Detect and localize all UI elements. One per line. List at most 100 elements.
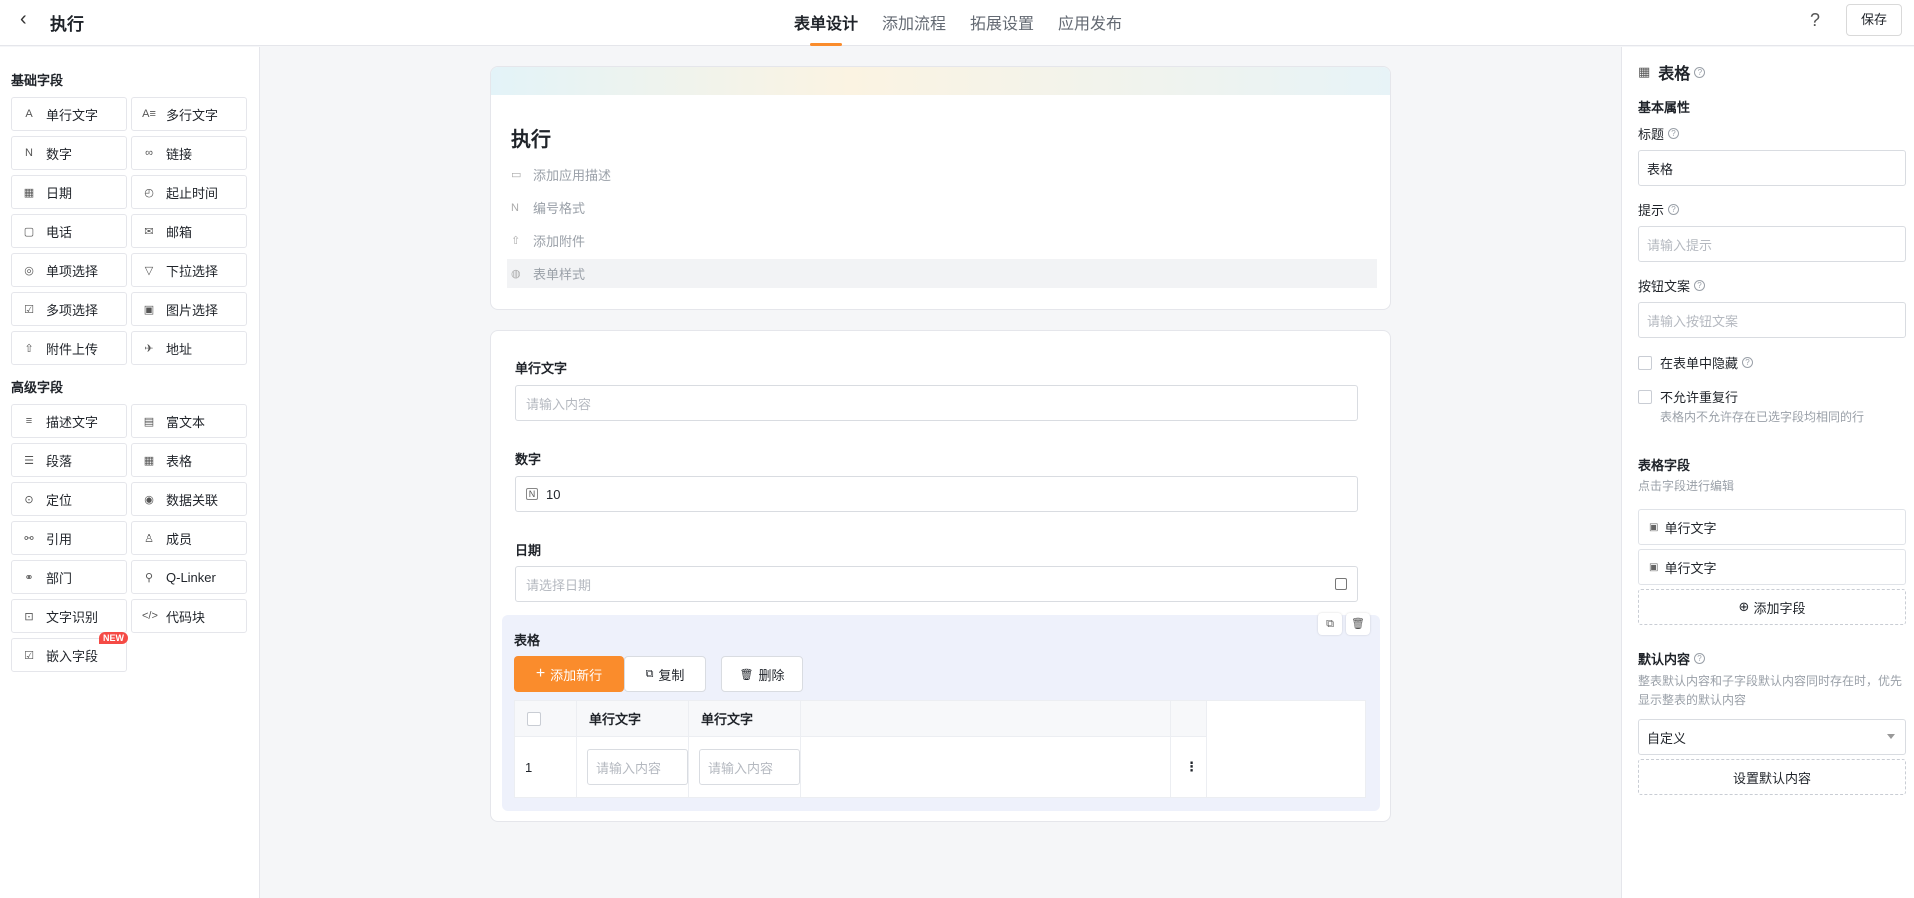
basic-fields-title: 基础字段	[11, 73, 64, 88]
org-icon: ⚭	[24, 571, 34, 584]
field-member[interactable]: ♙ 成员	[131, 521, 247, 555]
advanced-fields-grid: ≡ 描述文字 ▤ 富文本 ☰ 段落 ▦ 表格 ⊙ 定位 ◉ 数据关联 ⚯ 引用 ♙ 成员 ⚭ 部门…	[0, 396, 259, 682]
field-department[interactable]: ⚭ 部门	[11, 560, 127, 594]
title-input[interactable]: 表格	[1638, 150, 1906, 186]
help-circle-icon[interactable]: ?	[1694, 66, 1706, 78]
field-label: 富文本	[166, 414, 206, 430]
hide-checkbox[interactable]	[1638, 355, 1652, 370]
field-label: 表格	[166, 453, 193, 469]
field-description[interactable]: ≡ 描述文字	[11, 404, 127, 438]
new-badge: NEW	[99, 632, 128, 644]
text-field-input[interactable]: 请输入内容	[515, 385, 1358, 421]
button-text-input[interactable]: 请输入按钮文案	[1638, 302, 1906, 338]
help-icon[interactable]: ?	[1810, 10, 1820, 31]
field-label: 描述文字	[46, 414, 99, 430]
field-label: 图片选择	[166, 302, 219, 318]
field-location[interactable]: ⊙ 定位	[11, 482, 127, 516]
field-data-relation[interactable]: ◉ 数据关联	[131, 482, 247, 516]
field-label: 数字	[46, 146, 73, 162]
form-header-card: 执行 ▭ 添加应用描述 N 编号格式 ⇧ 添加附件 ◍ 表单样式	[490, 66, 1391, 310]
field-dropdown[interactable]: ▽ 下拉选择	[131, 253, 247, 287]
help-circle-icon[interactable]: ?	[1694, 653, 1706, 664]
help-circle-icon[interactable]: ?	[1742, 357, 1754, 368]
form-style[interactable]: ◍ 表单样式	[507, 259, 1377, 288]
field-time-range[interactable]: ◴ 起止时间	[131, 175, 247, 209]
field-reference[interactable]: ⚯ 引用	[11, 521, 127, 555]
field-number[interactable]: N 数字	[11, 136, 127, 170]
tab-add-process[interactable]: 添加流程	[882, 0, 946, 46]
field-multi-select[interactable]: ☑ 多项选择	[11, 292, 127, 326]
text-icon: A	[25, 108, 33, 120]
field-link[interactable]: ∞ 链接	[131, 136, 247, 170]
hint-input[interactable]: 请输入提示	[1638, 226, 1906, 262]
copy-field-icon[interactable]: ⧉	[1318, 613, 1342, 635]
select-all-checkbox[interactable]	[527, 711, 541, 726]
set-default-button[interactable]: 设置默认内容	[1638, 759, 1906, 795]
sub-field-item[interactable]: ▣ 单行文字	[1638, 549, 1906, 585]
field-code-block[interactable]: </> 代码块	[131, 599, 247, 633]
add-row-button[interactable]: + 添加新行	[514, 656, 624, 692]
field-multi-line-text[interactable]: A≡ 多行文字	[131, 97, 247, 131]
cell-input[interactable]: 请输入内容	[699, 749, 800, 785]
field-single-line-text[interactable]: A 单行文字	[11, 97, 127, 131]
back-chevron-icon[interactable]: ‹	[20, 9, 40, 29]
button-text-label: 按钮文案?	[1638, 276, 1706, 295]
numbering-format[interactable]: N 编号格式	[507, 193, 1377, 222]
delete-button[interactable]: 🗑 删除	[721, 656, 803, 692]
field-table[interactable]: ▦ 表格	[131, 443, 247, 477]
no-duplicate-checkbox[interactable]	[1638, 389, 1652, 404]
label-text: 按钮文案	[1638, 279, 1691, 294]
field-paragraph[interactable]: ☰ 段落	[11, 443, 127, 477]
field-address[interactable]: ✈ 地址	[131, 331, 247, 365]
cell-input[interactable]: 请输入内容	[587, 749, 688, 785]
field-embed[interactable]: ☑ 嵌入字段 NEW	[11, 632, 128, 672]
tab-extension-settings[interactable]: 拓展设置	[970, 0, 1034, 46]
field-image-select[interactable]: ▣ 图片选择	[131, 292, 247, 326]
field-phone[interactable]: ▢ 电话	[11, 214, 127, 248]
help-circle-icon[interactable]: ?	[1668, 204, 1680, 215]
row-more-icon[interactable]: ⋮	[1171, 737, 1207, 797]
add-attachment[interactable]: ⇧ 添加附件	[507, 226, 1377, 255]
title-label: 标题?	[1638, 124, 1680, 143]
table-field-block[interactable]: ⧉ 🗑 表格 + 添加新行 ⧉ 复制 🗑 删除 单行文字 单行文字 1 请输入内容 请…	[502, 613, 1380, 811]
column-header: 单行文字	[577, 701, 689, 737]
field-label: 日期	[46, 185, 73, 201]
description-icon: ≡	[25, 415, 33, 427]
no-duplicate-option[interactable]: 不允许重复行	[1638, 387, 1738, 406]
hide-in-form-option[interactable]: 在表单中隐藏?	[1638, 353, 1754, 372]
plus-circle-icon: ⊕	[1738, 599, 1750, 614]
field-date[interactable]: ▦ 日期	[11, 175, 127, 209]
add-description[interactable]: ▭ 添加应用描述	[507, 160, 1377, 189]
embed-icon: ☑	[24, 649, 34, 662]
help-circle-icon[interactable]: ?	[1668, 128, 1680, 139]
field-email[interactable]: ✉ 邮箱	[131, 214, 247, 248]
tab-app-publish[interactable]: 应用发布	[1058, 0, 1122, 46]
field-attachment[interactable]: ⇧ 附件上传	[11, 331, 127, 365]
form-banner	[491, 67, 1390, 95]
multiline-text-icon: A≡	[142, 108, 156, 120]
field-ocr[interactable]: ⊡ 文字识别	[11, 599, 127, 633]
table-tools: ⧉ 🗑	[1318, 613, 1370, 635]
default-content-select[interactable]: 自定义	[1638, 719, 1906, 755]
field-label: 部门	[46, 570, 73, 586]
copy-button[interactable]: ⧉ 复制	[624, 656, 706, 692]
field-rich-text[interactable]: ▤ 富文本	[131, 404, 247, 438]
save-button[interactable]: 保存	[1846, 4, 1902, 36]
tab-form-design[interactable]: 表单设计	[794, 0, 858, 46]
field-single-select[interactable]: ◎ 单项选择	[11, 253, 127, 287]
field-q-linker[interactable]: ⚲ Q-Linker	[131, 560, 247, 594]
column-header-actions	[1171, 701, 1207, 737]
radio-icon: ◎	[24, 264, 34, 277]
number-icon: N	[25, 147, 33, 159]
sub-table: 单行文字 单行文字 1 请输入内容 请输入内容 ⋮	[514, 700, 1366, 798]
label-text: 提示	[1638, 203, 1665, 218]
help-circle-icon[interactable]: ?	[1694, 280, 1706, 291]
sub-field-item[interactable]: ▣ 单行文字	[1638, 509, 1906, 545]
delete-field-icon[interactable]: 🗑	[1346, 613, 1370, 635]
basic-fields-grid: A 单行文字 A≡ 多行文字 N 数字 ∞ 链接 ▦ 日期 ◴ 起止时间 ▢ 电话 ✉ 邮箱 ◎…	[0, 89, 259, 375]
number-field-input[interactable]: N 10	[515, 476, 1358, 512]
date-field-input[interactable]: 请选择日期	[515, 566, 1358, 602]
add-field-button[interactable]: ⊕ 添加字段	[1638, 589, 1906, 625]
field-palette: 基础字段 A 单行文字 A≡ 多行文字 N 数字 ∞ 链接 ▦ 日期 ◴ 起止时间 ▢ 电话 …	[0, 47, 260, 898]
field-label: 邮箱	[166, 224, 193, 240]
